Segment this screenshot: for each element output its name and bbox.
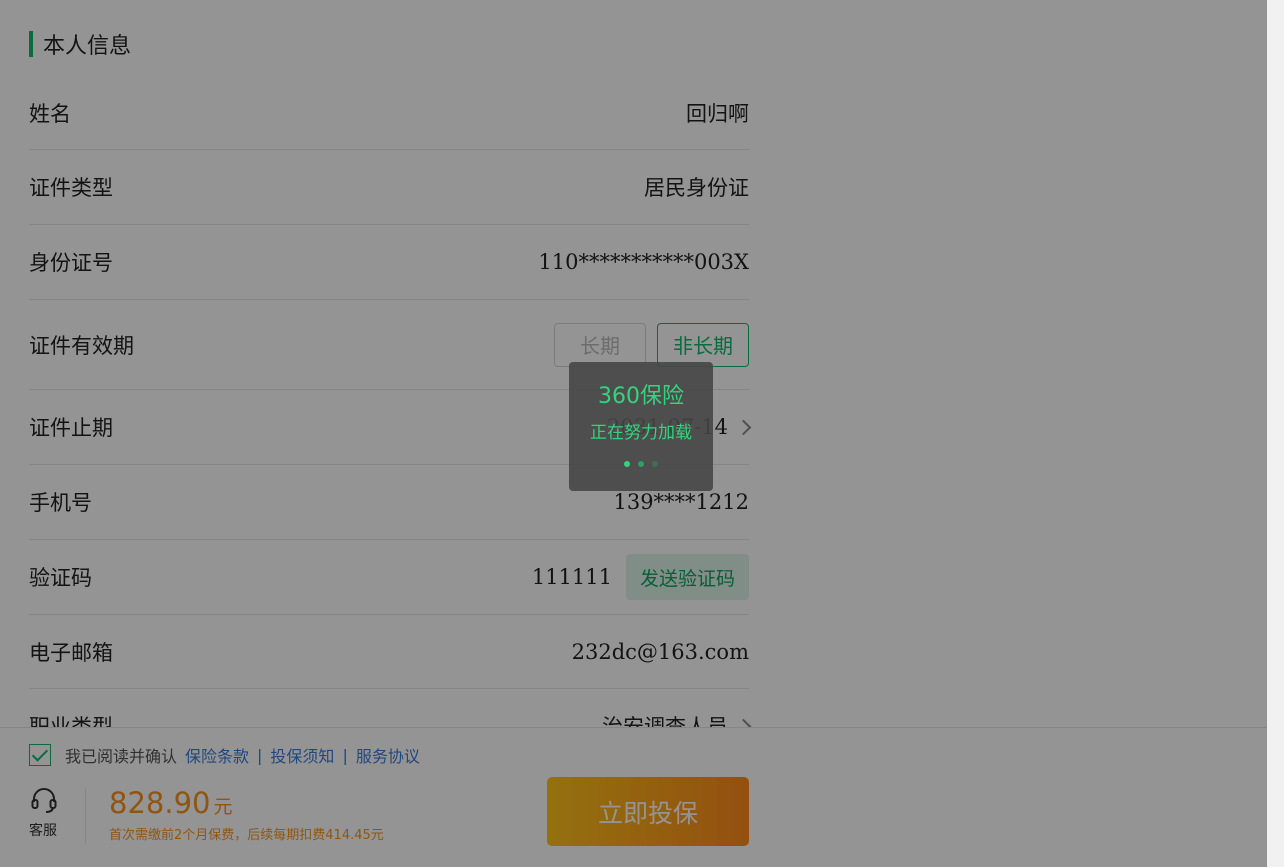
- insurance-form-page: 本人信息 姓名 回归啊 证件类型 居民身份证 身份证号 110*********…: [0, 0, 1284, 868]
- toast-brand: 360保险: [598, 384, 684, 409]
- loading-dot: [624, 461, 630, 467]
- loading-toast: 360保险 正在努力加载: [569, 362, 713, 491]
- toast-message: 正在努力加载: [590, 423, 692, 443]
- loading-dots-icon: [569, 461, 713, 467]
- loading-dot: [638, 461, 644, 467]
- loading-dot: [652, 461, 658, 467]
- scrollbar[interactable]: [1267, 0, 1284, 867]
